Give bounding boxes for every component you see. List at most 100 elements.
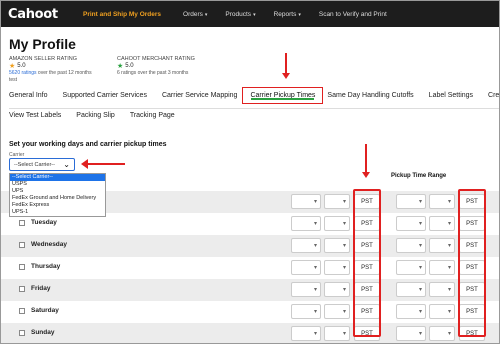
nav-label: Scan to Verify and Print xyxy=(318,10,387,18)
timezone-select[interactable]: PST xyxy=(459,282,485,297)
time-select[interactable]: ▾ xyxy=(324,238,350,253)
chevron-down-icon: ▾ xyxy=(342,287,346,293)
nav-print-and-ship[interactable]: Print and Ship My Orders xyxy=(83,11,161,18)
day-checkbox[interactable] xyxy=(19,264,25,270)
tab-supported-carrier-services[interactable]: Supported Carrier Services xyxy=(63,92,147,99)
timezone-select[interactable]: PST xyxy=(459,216,485,231)
tab-label-settings[interactable]: Label Settings xyxy=(429,92,473,99)
time-select[interactable]: ▾ xyxy=(429,326,455,341)
tab-create[interactable]: Cre xyxy=(488,92,499,99)
dropdown-option[interactable]: USPS xyxy=(10,181,105,188)
nav-label: Reports xyxy=(273,10,297,18)
timezone-select[interactable]: PST xyxy=(354,326,380,341)
nav-label: Orders xyxy=(183,10,203,18)
carrier-select[interactable]: --Select Carrier-- ⌄ xyxy=(9,158,75,171)
tab-view-test-labels[interactable]: View Test Labels xyxy=(9,112,61,119)
timezone-select[interactable]: PST xyxy=(354,216,380,231)
rating-value: 5.0 xyxy=(125,63,134,69)
chevron-down-icon: ▾ xyxy=(313,243,317,249)
time-select[interactable]: ▾ xyxy=(291,194,321,209)
dropdown-option[interactable]: UPS xyxy=(10,188,105,195)
day-row-wednesday: Wednesday ▾ ▾ ▾ ▾ PST PST xyxy=(1,235,499,257)
timezone-select[interactable]: PST xyxy=(354,260,380,275)
nav-reports[interactable]: Reports ▾ xyxy=(274,11,301,18)
time-select[interactable]: ▾ xyxy=(291,282,321,297)
time-select[interactable]: ▾ xyxy=(396,238,426,253)
nav-orders[interactable]: Orders ▾ xyxy=(183,11,207,18)
tab-carrier-pickup-times[interactable]: Carrier Pickup Times xyxy=(242,87,324,104)
timezone-select[interactable]: PST xyxy=(459,260,485,275)
screenshot-frame: Cahoot Print and Ship My Orders Orders ▾ … xyxy=(0,0,500,344)
chevron-down-icon: ▾ xyxy=(447,221,451,227)
time-select[interactable]: ▾ xyxy=(396,304,426,319)
time-select[interactable]: ▾ xyxy=(291,304,321,319)
day-checkbox[interactable] xyxy=(19,308,25,314)
section-title: Set your working days and carrier pickup… xyxy=(9,141,167,148)
brand-logo[interactable]: Cahoot xyxy=(1,7,61,22)
annotation-arrow-down xyxy=(282,53,290,79)
chevron-down-icon: ▾ xyxy=(313,331,317,337)
time-select[interactable]: ▾ xyxy=(429,260,455,275)
time-select[interactable]: ▾ xyxy=(291,216,321,231)
time-select[interactable]: ▾ xyxy=(291,326,321,341)
rating-score: ★ 5.0 xyxy=(117,63,195,70)
nav-products[interactable]: Products ▾ xyxy=(225,11,255,18)
time-select[interactable]: ▾ xyxy=(396,326,426,341)
tab-tracking-page[interactable]: Tracking Page xyxy=(130,112,175,119)
timezone-select[interactable]: PST xyxy=(459,326,485,341)
time-select[interactable]: ▾ xyxy=(429,216,455,231)
time-select[interactable]: ▾ xyxy=(429,194,455,209)
timezone-select[interactable]: PST xyxy=(354,304,380,319)
chevron-down-icon: ▾ xyxy=(447,243,451,249)
time-select[interactable]: ▾ xyxy=(429,304,455,319)
chevron-down-icon: ▾ xyxy=(342,199,346,205)
time-select[interactable]: ▾ xyxy=(291,260,321,275)
time-select[interactable]: ▾ xyxy=(429,282,455,297)
timezone-select[interactable]: PST xyxy=(459,238,485,253)
timezone-select[interactable]: PST xyxy=(354,238,380,253)
dropdown-option[interactable]: FedEx Express xyxy=(10,202,105,209)
timezone-select[interactable]: PST xyxy=(459,194,485,209)
day-checkbox[interactable] xyxy=(19,330,25,336)
day-checkbox[interactable] xyxy=(19,242,25,248)
tab-packing-slip[interactable]: Packing Slip xyxy=(76,112,115,119)
chevron-down-icon: ▾ xyxy=(418,309,422,315)
dropdown-option[interactable]: FedEx Ground and Home Delivery xyxy=(10,195,105,202)
nav-scan-to-verify[interactable]: Scan to Verify and Print xyxy=(319,11,387,18)
time-select[interactable]: ▾ xyxy=(291,238,321,253)
day-checkbox[interactable] xyxy=(19,220,25,226)
chevron-down-icon: ▾ xyxy=(418,243,422,249)
chevron-down-icon: ▾ xyxy=(313,265,317,271)
tab-carrier-service-mapping[interactable]: Carrier Service Mapping xyxy=(162,92,237,99)
time-select[interactable]: ▾ xyxy=(429,238,455,253)
ratings-link[interactable]: 5620 ratings xyxy=(9,70,37,76)
chevron-down-icon: ▾ xyxy=(342,331,346,337)
time-select[interactable]: ▾ xyxy=(324,260,350,275)
dropdown-option[interactable]: UPS-1 xyxy=(10,209,105,216)
chevron-down-icon: ▾ xyxy=(418,287,422,293)
time-select[interactable]: ▾ xyxy=(324,282,350,297)
time-select[interactable]: ▾ xyxy=(324,194,350,209)
time-select[interactable]: ▾ xyxy=(324,216,350,231)
caret-down-icon: ▾ xyxy=(204,11,208,18)
profile-tabs-row-2: View Test Labels Packing Slip Tracking P… xyxy=(9,112,499,119)
chevron-down-icon: ▾ xyxy=(342,265,346,271)
timezone-select[interactable]: PST xyxy=(354,194,380,209)
day-row-saturday: Saturday ▾ ▾ ▾ ▾ PST PST xyxy=(1,301,499,323)
timezone-select[interactable]: PST xyxy=(459,304,485,319)
tab-general-info[interactable]: General Info xyxy=(9,92,48,99)
time-select[interactable]: ▾ xyxy=(396,282,426,297)
amazon-seller-rating: AMAZON SELLER RATING ★ 5.0 5620 ratings … xyxy=(9,56,92,84)
dropdown-option[interactable]: --Select Carrier-- xyxy=(10,174,105,181)
time-select[interactable]: ▾ xyxy=(324,326,350,341)
rating-count: 5620 ratings over the past 12 months xyxy=(9,70,92,77)
star-icon: ★ xyxy=(117,63,124,70)
time-select[interactable]: ▾ xyxy=(396,216,426,231)
time-select[interactable]: ▾ xyxy=(324,304,350,319)
tab-same-day-handling-cutoffs[interactable]: Same Day Handling Cutoffs xyxy=(327,92,413,99)
timezone-select[interactable]: PST xyxy=(354,282,380,297)
star-icon: ★ xyxy=(9,63,16,70)
time-select[interactable]: ▾ xyxy=(396,194,426,209)
time-select[interactable]: ▾ xyxy=(396,260,426,275)
day-checkbox[interactable] xyxy=(19,286,25,292)
